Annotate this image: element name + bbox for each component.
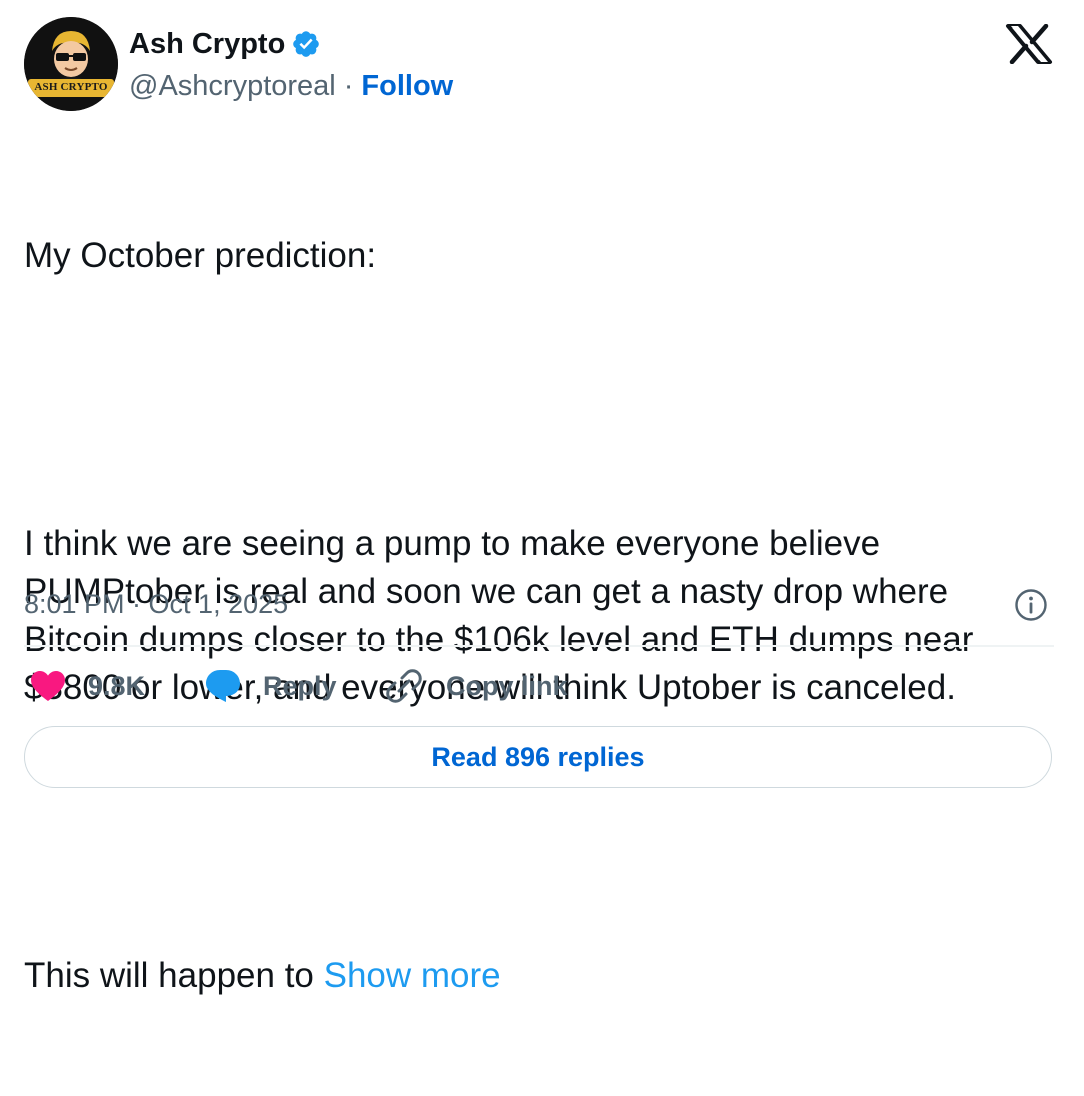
author-name-row: Ash Crypto — [129, 26, 321, 62]
tweet-embed-card: ASH CRYPTO Ash Crypto @Ashcryptoreal · F… — [0, 0, 1084, 995]
speech-bubble-icon — [206, 670, 240, 702]
link-icon — [386, 669, 422, 703]
tweet-paragraph-3-row: This will happen to Show more — [24, 952, 1060, 1000]
separator-dot: · — [343, 69, 354, 102]
copy-link-button[interactable]: Copy link — [386, 664, 568, 708]
reply-label: Reply — [263, 670, 337, 701]
heart-icon — [31, 671, 65, 701]
x-logo-icon[interactable] — [1004, 23, 1054, 65]
copy-link-label: Copy link — [446, 670, 568, 701]
tweet-paragraph-1: My October prediction: — [24, 236, 377, 275]
avatar-brand-text: ASH CRYPTO — [34, 81, 108, 93]
verified-badge-icon — [291, 29, 321, 59]
like-button[interactable]: 9.8K — [30, 664, 145, 708]
read-replies-label: Read 896 replies — [431, 741, 645, 772]
reply-button[interactable]: Reply — [205, 664, 337, 708]
info-icon[interactable] — [1014, 588, 1048, 622]
like-count: 9.8K — [88, 670, 146, 701]
avatar[interactable]: ASH CRYPTO — [24, 17, 118, 111]
avatar-image — [24, 17, 118, 111]
show-more-link[interactable]: Show more — [324, 956, 501, 995]
author-display-name[interactable]: Ash Crypto — [129, 28, 285, 61]
tweet-timestamp[interactable]: 8:01 PM · Oct 1, 2025 — [24, 584, 288, 624]
read-replies-button[interactable]: Read 896 replies — [24, 726, 1052, 788]
author-handle-row: @Ashcryptoreal · Follow — [129, 68, 453, 104]
follow-button[interactable]: Follow — [361, 70, 453, 103]
divider — [24, 645, 1054, 647]
author-handle[interactable]: @Ashcryptoreal — [129, 70, 336, 103]
tweet-paragraph-3: This will happen to — [24, 956, 324, 995]
